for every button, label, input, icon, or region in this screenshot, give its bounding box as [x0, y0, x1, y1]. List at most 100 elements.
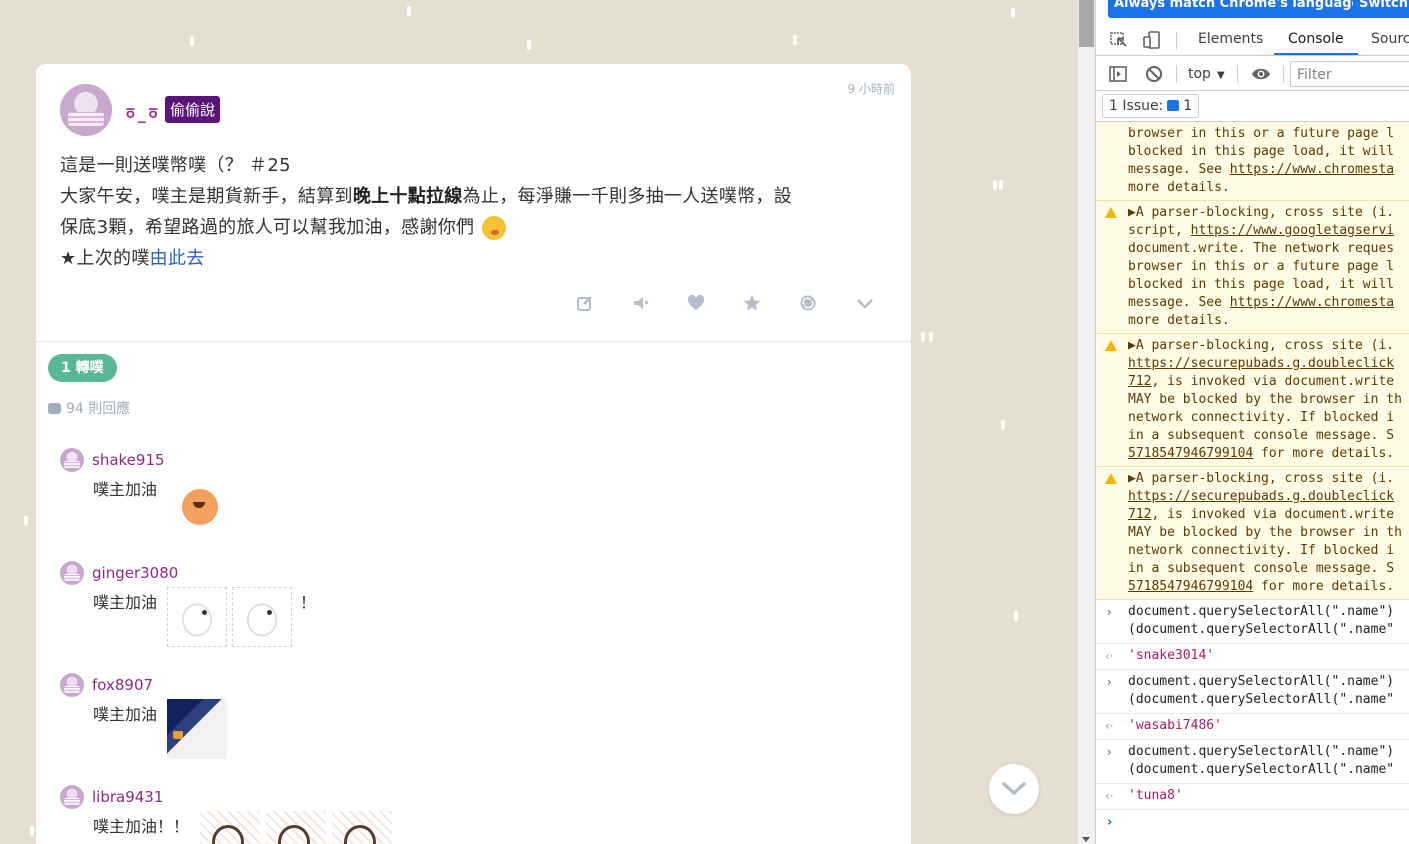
- console-line: 712, is invoked via document.write: [1128, 373, 1409, 391]
- snowflake: [1001, 420, 1005, 430]
- issues-button[interactable]: 1 Issue: 1: [1102, 94, 1200, 118]
- replurk-count-badge[interactable]: 1 轉噗: [48, 354, 117, 382]
- console-link[interactable]: 712: [1128, 374, 1151, 389]
- console-text: in a subsequent console message. S: [1128, 428, 1395, 443]
- reply-username[interactable]: fox8907: [92, 676, 153, 694]
- console-text: , is invoked via document.write: [1151, 507, 1395, 522]
- mute-icon[interactable]: [630, 292, 652, 314]
- console-warning[interactable]: ▶A parser-blocking, cross site (i. https:…: [1096, 467, 1409, 600]
- reply-username[interactable]: libra9431: [92, 788, 163, 806]
- previous-plurk-link[interactable]: 由此去: [150, 248, 205, 269]
- console-text: network connectivity. If blocked i: [1128, 410, 1395, 425]
- like-icon[interactable]: [685, 292, 707, 314]
- device-toolbar-icon[interactable]: [1142, 30, 1162, 50]
- console-text: more details.: [1128, 313, 1230, 328]
- poster-nickname[interactable]: ㆆ_ㆆ: [123, 100, 160, 124]
- console-line: more details.: [1128, 179, 1409, 197]
- plurk-page: ㆆ_ㆆ 偷偷說 9 小時前 這是一則送噗幣噗（？ ＃25 大家午安，噗主是期貨新…: [0, 0, 1078, 844]
- scrollbar-thumb[interactable]: [1079, 0, 1094, 47]
- warning-icon: [1105, 207, 1117, 218]
- console-line: MAY be blocked by the browser in th: [1128, 391, 1409, 409]
- scroll-down-button[interactable]: [989, 764, 1039, 814]
- console-link[interactable]: https://securepubads.g.doubleclick: [1128, 356, 1394, 371]
- tab-sources[interactable]: Sourc: [1371, 31, 1409, 47]
- console-link[interactable]: https://www.chromesta: [1230, 162, 1394, 177]
- console-text: , is invoked via document.write: [1151, 374, 1395, 389]
- clear-console-icon[interactable]: [1144, 64, 1164, 84]
- reply-username[interactable]: shake915: [92, 451, 165, 469]
- divider: [36, 341, 911, 342]
- snowflake: [30, 826, 34, 836]
- console-prompt-input[interactable]: ›: [1096, 810, 1409, 836]
- post-text: 為止，每淨賺一千則多抽一人送噗幣，設: [462, 186, 793, 207]
- console-link[interactable]: 5718547946799104: [1128, 579, 1253, 594]
- console-link[interactable]: https://securepubads.g.doubleclick: [1128, 489, 1394, 504]
- console-toolbar: top ▼ Filter: [1096, 57, 1409, 91]
- post-time[interactable]: 9 小時前: [848, 80, 895, 97]
- console-link[interactable]: 712: [1128, 507, 1151, 522]
- console-line: message. See https://www.chromesta: [1128, 294, 1409, 312]
- more-chevron-icon[interactable]: [854, 292, 876, 314]
- console-text: message. See: [1128, 295, 1230, 310]
- tab-elements[interactable]: Elements: [1198, 31, 1263, 47]
- result-value: 'tuna8': [1128, 788, 1183, 803]
- console-link[interactable]: https://www.chromesta: [1230, 295, 1394, 310]
- active-tab-indicator: [1274, 53, 1358, 55]
- inspect-element-icon[interactable]: [1109, 30, 1129, 50]
- avatar[interactable]: [60, 561, 84, 585]
- console-result[interactable]: ‹· 'snake3014': [1096, 644, 1409, 670]
- result-value: 'wasabi7486': [1128, 718, 1222, 733]
- console-text: message. See: [1128, 162, 1230, 177]
- post-line-3: 保底3顆，希望路過的旅人可以幫我加油，感謝你們: [60, 212, 880, 243]
- reply-text: 噗主加油！！: [93, 817, 190, 836]
- console-command[interactable]: › document.querySelectorAll(".name") (docu…: [1096, 740, 1409, 784]
- sidebar-toggle-icon[interactable]: [1108, 64, 1128, 84]
- avatar[interactable]: [60, 785, 84, 809]
- thinking-face-emoji-icon: [482, 216, 507, 240]
- tab-console[interactable]: Console: [1288, 31, 1344, 47]
- snowflake: [921, 332, 925, 342]
- replurk-icon[interactable]: [797, 292, 819, 314]
- avatar[interactable]: [60, 84, 112, 136]
- favorite-icon[interactable]: [741, 292, 763, 314]
- console-warning[interactable]: ▶A parser-blocking, cross site (i. https:…: [1096, 334, 1409, 467]
- prompt-chevron-icon: ›: [1107, 815, 1113, 830]
- avatar[interactable]: [60, 448, 84, 472]
- snowflake: [793, 35, 797, 45]
- language-infobar: Always match Chrome's language Switch L: [1096, 0, 1409, 20]
- context-selector[interactable]: top ▼: [1188, 66, 1225, 82]
- console-text: browser in this or a future page l: [1128, 126, 1395, 141]
- console-line: https://securepubads.g.doubleclick: [1128, 355, 1409, 373]
- reply-username[interactable]: ginger3080: [92, 564, 178, 582]
- console-warning[interactable]: ▶A parser-blocking, cross site (i. script…: [1096, 201, 1409, 334]
- switch-language-button[interactable]: Switch L: [1353, 0, 1409, 18]
- console-result[interactable]: ‹· 'tuna8': [1096, 784, 1409, 810]
- response-count-label: 94 則回應: [66, 401, 131, 417]
- console-result[interactable]: ‹· 'wasabi7486': [1096, 714, 1409, 740]
- console-link[interactable]: 5718547946799104: [1128, 446, 1253, 461]
- scroll-down-arrow-icon[interactable]: [1082, 837, 1090, 842]
- console-line: https://securepubads.g.doubleclick: [1128, 488, 1409, 506]
- chevron-down-icon: [1002, 782, 1026, 796]
- console-text: for more details.: [1253, 579, 1395, 594]
- console-filter-input[interactable]: Filter: [1290, 61, 1409, 87]
- page-scrollbar[interactable]: [1078, 0, 1095, 844]
- post-text: 大家午安，噗主是期貨新手，結算到: [60, 186, 353, 207]
- console-command[interactable]: › document.querySelectorAll(".name") (docu…: [1096, 670, 1409, 714]
- console-line: ▶A parser-blocking, cross site (i.: [1128, 337, 1409, 355]
- post-bold-text: 晚上十點拉線: [352, 186, 463, 207]
- response-count[interactable]: 94 則回應: [48, 398, 130, 418]
- edit-icon[interactable]: [574, 292, 596, 314]
- avatar[interactable]: [60, 673, 84, 697]
- console-link[interactable]: https://www.googletagservi: [1191, 223, 1395, 238]
- console-warning[interactable]: browser in this or a future page l blocke…: [1096, 122, 1409, 201]
- bird-sticker: [167, 699, 227, 759]
- eye-icon[interactable]: [1251, 64, 1271, 84]
- console-log: browser in this or a future page l blocke…: [1096, 122, 1409, 844]
- console-command[interactable]: › document.querySelectorAll(".name") (docu…: [1096, 600, 1409, 644]
- post-text: ★上次的噗: [60, 248, 150, 269]
- console-text: (document.querySelectorAll(".name": [1128, 762, 1395, 777]
- always-match-language-button[interactable]: Always match Chrome's language: [1108, 0, 1367, 18]
- warning-icon: [1105, 473, 1117, 484]
- console-line: network connectivity. If blocked i: [1128, 409, 1409, 427]
